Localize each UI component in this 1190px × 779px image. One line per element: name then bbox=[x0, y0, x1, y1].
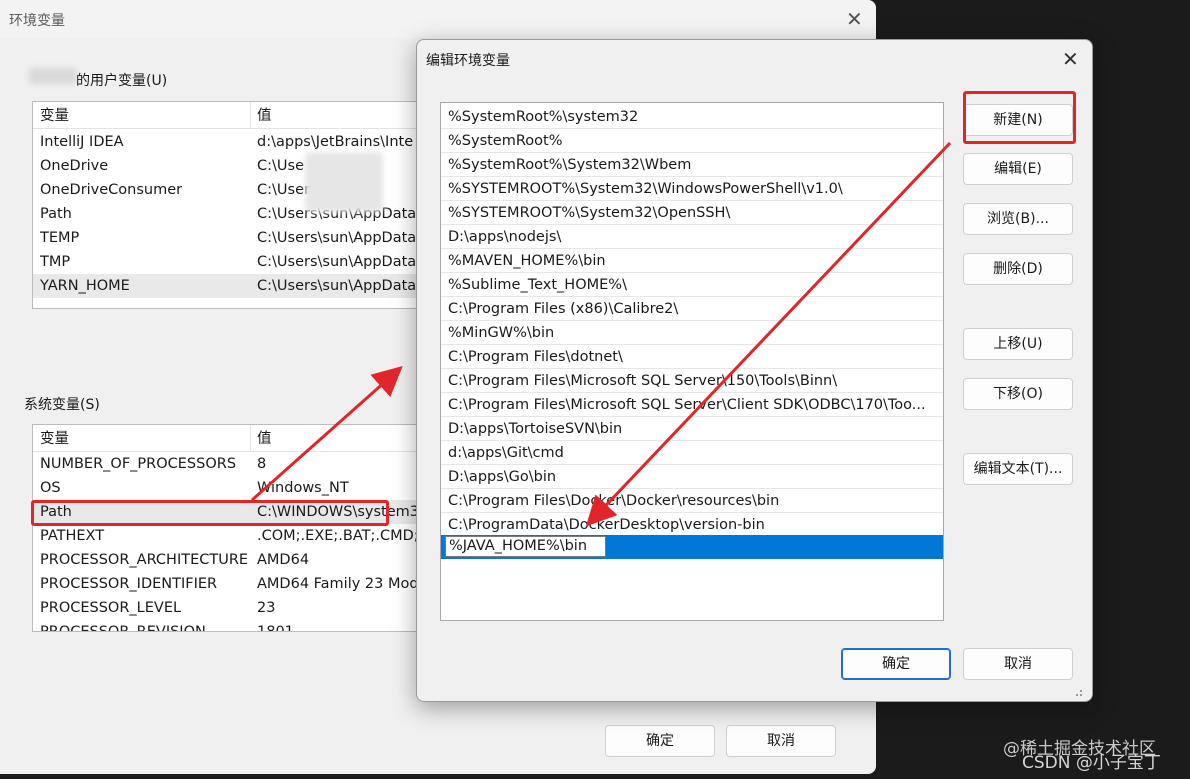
annotation-arrows bbox=[251, 141, 952, 527]
arrow-path-to-dialog bbox=[251, 366, 403, 502]
watermark-csdn: CSDN @小子宝丁 bbox=[1022, 753, 1161, 773]
arrow-new-to-entry bbox=[585, 141, 952, 527]
